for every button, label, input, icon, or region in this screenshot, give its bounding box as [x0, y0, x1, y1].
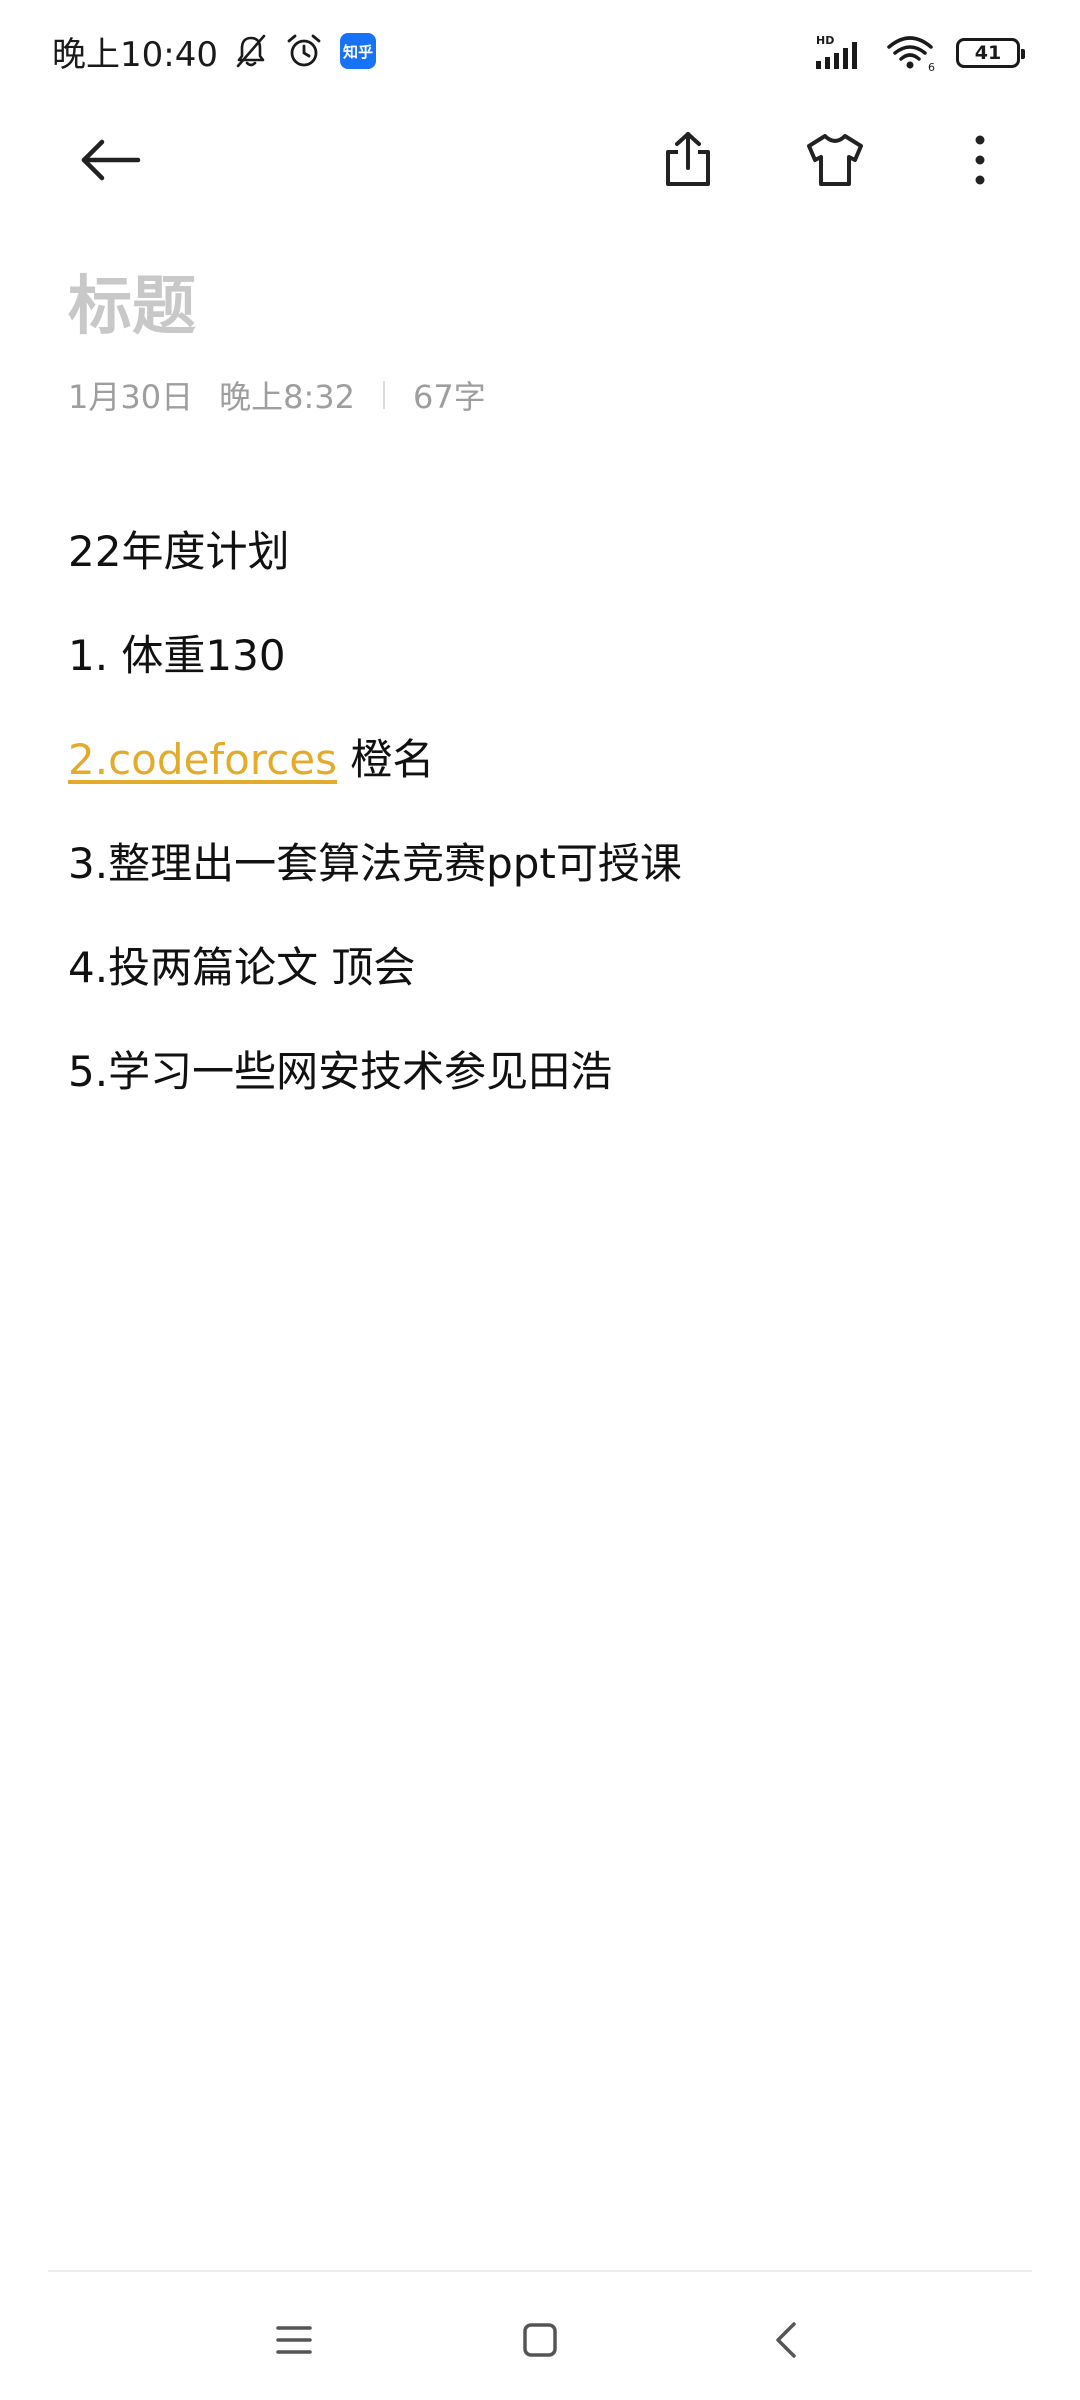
status-right: HD 6 41: [800, 30, 1025, 76]
battery-level: 41: [974, 42, 1002, 64]
system-nav-bar: [0, 2280, 1080, 2400]
nav-back-icon: [776, 2322, 796, 2358]
home-button[interactable]: [480, 2280, 600, 2400]
note-line-text: 22年度计划: [68, 527, 290, 576]
note-meta: 1月30日 晚上8:32 67字: [68, 372, 486, 418]
note-line[interactable]: 22年度计划: [68, 500, 1008, 604]
share-icon: [666, 132, 710, 186]
note-line[interactable]: 5.学习一些网安技术参见田浩: [68, 1020, 1008, 1124]
status-bar: 晚上10:40 知乎 HD 6 41: [0, 0, 1080, 100]
more-button[interactable]: [930, 110, 1030, 210]
note-time: 晚上8:32: [219, 378, 355, 416]
note-link[interactable]: 2.codeforces: [68, 735, 337, 784]
note-line-text: 1. 体重130: [68, 631, 286, 680]
note-char-count: 67字: [412, 378, 486, 416]
svg-text:6: 6: [928, 61, 935, 73]
note-body-editor[interactable]: 22年度计划 1. 体重130 2.codeforces 橙名 3.整理出一套算…: [68, 500, 1008, 1124]
recents-button[interactable]: [234, 2280, 354, 2400]
note-date: 1月30日: [68, 378, 194, 416]
svg-text:HD: HD: [816, 34, 834, 47]
battery-icon: 41: [956, 38, 1025, 68]
share-button[interactable]: [638, 110, 738, 210]
meta-divider: [382, 381, 385, 409]
note-line-text: 橙名: [337, 735, 435, 784]
back-button[interactable]: [60, 110, 160, 210]
note-line-text: 4.投两篇论文 顶会: [68, 943, 416, 992]
zhihu-app-icon: 知乎: [339, 33, 376, 69]
nav-divider: [48, 2270, 1032, 2272]
back-arrow-icon: [81, 139, 141, 181]
note-line[interactable]: 3.整理出一套算法竞赛ppt可授课: [68, 812, 1008, 916]
theme-button[interactable]: [785, 110, 885, 210]
note-line[interactable]: 2.codeforces 橙名: [68, 708, 1008, 812]
note-title-input[interactable]: 标题: [68, 255, 196, 347]
home-icon: [523, 2323, 557, 2357]
note-line-text: 5.学习一些网安技术参见田浩: [68, 1047, 613, 1096]
more-vertical-icon: [975, 135, 985, 185]
shirt-icon: [807, 134, 863, 186]
nav-back-button[interactable]: [726, 2280, 846, 2400]
silent-bell-icon: [232, 32, 270, 70]
note-line[interactable]: 4.投两篇论文 顶会: [68, 916, 1008, 1020]
toolbar: [0, 110, 1080, 210]
note-line-text: 3.整理出一套算法竞赛ppt可授课: [68, 839, 682, 888]
note-line[interactable]: 1. 体重130: [68, 604, 1008, 708]
status-left: 晚上10:40 知乎: [52, 28, 376, 75]
menu-icon: [276, 2326, 312, 2354]
wifi-icon: 6: [886, 33, 938, 73]
cellular-signal-icon: HD: [814, 33, 872, 73]
alarm-clock-icon: [284, 31, 324, 71]
status-time: 晚上10:40: [52, 34, 218, 75]
